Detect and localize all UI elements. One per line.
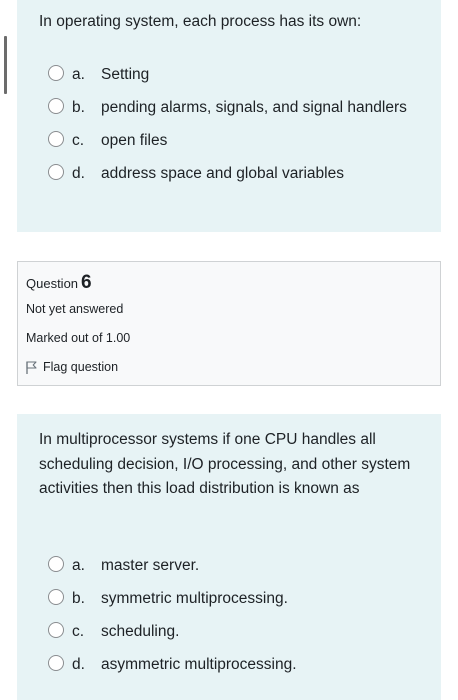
question-6-content: In multiprocessor systems if one CPU han… — [17, 414, 441, 700]
answer-option-b[interactable]: b. pending alarms, signals, and signal h… — [17, 96, 441, 120]
radio-button[interactable] — [48, 65, 64, 81]
question-text: In operating system, each process has it… — [39, 13, 362, 30]
answer-option-d[interactable]: d. address space and global variables — [17, 162, 441, 186]
question-grade: Marked out of 1.00 — [26, 331, 131, 345]
flag-question-link[interactable]: Flag question — [26, 360, 118, 374]
answer-text: asymmetric multiprocessing. — [101, 656, 297, 673]
flag-icon — [26, 360, 37, 374]
question-text: In multiprocessor systems if one CPU han… — [39, 431, 411, 497]
scrollbar[interactable] — [4, 36, 7, 94]
answer-option-b[interactable]: b. symmetric multiprocessing. — [17, 587, 441, 611]
answer-letter: a. — [72, 66, 85, 83]
answer-option-c[interactable]: c. scheduling. — [17, 620, 441, 644]
answer-text: Setting — [101, 66, 150, 83]
answer-letter: c. — [72, 623, 85, 640]
question-state: Not yet answered — [26, 302, 124, 316]
answer-list: a. Setting b. pending alarms, signals, a… — [17, 63, 441, 195]
answer-letter: c. — [72, 132, 85, 149]
radio-button[interactable] — [48, 589, 64, 605]
answer-letter: a. — [72, 557, 85, 574]
answer-text: pending alarms, signals, and signal hand… — [101, 99, 407, 116]
answer-list: a. master server. b. symmetric multiproc… — [17, 554, 441, 686]
radio-button[interactable] — [48, 131, 64, 147]
answer-letter: d. — [72, 165, 85, 182]
answer-text: address space and global variables — [101, 165, 344, 182]
radio-button[interactable] — [48, 98, 64, 114]
answer-text: master server. — [101, 557, 200, 574]
answer-letter: b. — [72, 590, 85, 607]
answer-text: symmetric multiprocessing. — [101, 590, 288, 607]
answer-option-a[interactable]: a. master server. — [17, 554, 441, 578]
question-number: 6 — [81, 272, 92, 293]
radio-button[interactable] — [48, 164, 64, 180]
question-label: Question — [26, 276, 79, 291]
radio-button[interactable] — [48, 556, 64, 572]
radio-button[interactable] — [48, 655, 64, 671]
answer-text: scheduling. — [101, 623, 180, 640]
answer-letter: d. — [72, 656, 85, 673]
question-number-heading: Question 6 — [26, 272, 92, 295]
answer-option-d[interactable]: d. asymmetric multiprocessing. — [17, 653, 441, 677]
radio-button[interactable] — [48, 622, 64, 638]
answer-option-a[interactable]: a. Setting — [17, 63, 441, 87]
question-5-content: In operating system, each process has it… — [17, 0, 441, 232]
flag-question-label: Flag question — [43, 360, 119, 374]
question-info-panel: Question 6 Not yet answered Marked out of… — [17, 261, 441, 386]
answer-option-c[interactable]: c. open files — [17, 129, 441, 153]
answer-letter: b. — [72, 99, 85, 116]
answer-text: open files — [101, 132, 168, 149]
